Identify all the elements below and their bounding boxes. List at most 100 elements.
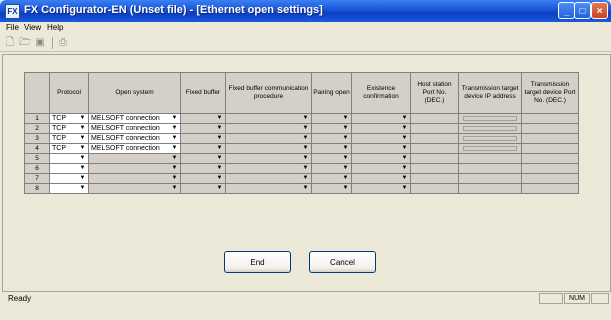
pairing-open-select[interactable]: ▼ <box>311 123 352 134</box>
dropdown-arrow-icon[interactable]: ▼ <box>340 144 351 153</box>
dropdown-arrow-icon[interactable]: ▼ <box>169 184 180 193</box>
dropdown-arrow-icon[interactable]: ▼ <box>77 114 88 123</box>
menu-view[interactable]: View <box>24 23 41 32</box>
open-system-select[interactable]: MELSOFT connection ▼ <box>88 113 181 124</box>
dropdown-arrow-icon[interactable]: ▼ <box>214 174 225 183</box>
dropdown-arrow-icon[interactable]: ▼ <box>340 114 351 123</box>
dropdown-arrow-icon[interactable]: ▼ <box>340 134 351 143</box>
dropdown-arrow-icon[interactable]: ▼ <box>214 114 225 123</box>
dropdown-arrow-icon[interactable]: ▼ <box>77 174 88 183</box>
new-file-icon[interactable]: 🗋 <box>4 37 16 49</box>
fixed-buffer-select[interactable]: ▼ <box>180 183 226 194</box>
dropdown-arrow-icon[interactable]: ▼ <box>77 144 88 153</box>
print-icon[interactable]: ⎙ <box>57 37 69 49</box>
open-folder-icon[interactable]: 🗁 <box>19 37 31 49</box>
dropdown-arrow-icon[interactable]: ▼ <box>340 184 351 193</box>
protocol-select[interactable]: TCP ▼ <box>49 133 89 144</box>
dropdown-arrow-icon[interactable]: ▼ <box>300 134 311 143</box>
dropdown-arrow-icon[interactable]: ▼ <box>399 114 410 123</box>
open-system-select[interactable]: ▼ <box>88 163 181 174</box>
existence-confirmation-select[interactable]: ▼ <box>351 173 411 184</box>
dropdown-arrow-icon[interactable]: ▼ <box>300 154 311 163</box>
pairing-open-select[interactable]: ▼ <box>311 113 352 124</box>
dropdown-arrow-icon[interactable]: ▼ <box>300 114 311 123</box>
fixed-buffer-select[interactable]: ▼ <box>180 153 226 164</box>
save-icon[interactable]: ▣ <box>34 37 46 49</box>
maximize-button[interactable]: □ <box>574 2 591 19</box>
fixed-buffer-select[interactable]: ▼ <box>180 133 226 144</box>
dropdown-arrow-icon[interactable]: ▼ <box>214 144 225 153</box>
menu-help[interactable]: Help <box>47 23 63 32</box>
dropdown-arrow-icon[interactable]: ▼ <box>77 134 88 143</box>
open-system-select[interactable]: ▼ <box>88 183 181 194</box>
dropdown-arrow-icon[interactable]: ▼ <box>77 184 88 193</box>
fixed-buffer-procedure-select[interactable]: ▼ <box>225 143 312 154</box>
dropdown-arrow-icon[interactable]: ▼ <box>399 174 410 183</box>
pairing-open-select[interactable]: ▼ <box>311 163 352 174</box>
pairing-open-select[interactable]: ▼ <box>311 133 352 144</box>
fixed-buffer-procedure-select[interactable]: ▼ <box>225 123 312 134</box>
fixed-buffer-select[interactable]: ▼ <box>180 163 226 174</box>
existence-confirmation-select[interactable]: ▼ <box>351 133 411 144</box>
fixed-buffer-select[interactable]: ▼ <box>180 143 226 154</box>
fixed-buffer-select[interactable]: ▼ <box>180 173 226 184</box>
dropdown-arrow-icon[interactable]: ▼ <box>214 154 225 163</box>
existence-confirmation-select[interactable]: ▼ <box>351 143 411 154</box>
dropdown-arrow-icon[interactable]: ▼ <box>340 154 351 163</box>
protocol-select[interactable]: TCP ▼ <box>49 143 89 154</box>
open-system-select[interactable]: MELSOFT connection ▼ <box>88 143 181 154</box>
dropdown-arrow-icon[interactable]: ▼ <box>169 134 180 143</box>
dropdown-arrow-icon[interactable]: ▼ <box>300 124 311 133</box>
existence-confirmation-select[interactable]: ▼ <box>351 163 411 174</box>
minimize-button[interactable]: _ <box>558 2 575 19</box>
ip-address-input[interactable] <box>463 136 517 141</box>
protocol-select[interactable]: ▼ <box>49 173 89 184</box>
dropdown-arrow-icon[interactable]: ▼ <box>340 164 351 173</box>
open-system-select[interactable]: MELSOFT connection ▼ <box>88 133 181 144</box>
dropdown-arrow-icon[interactable]: ▼ <box>169 114 180 123</box>
pairing-open-select[interactable]: ▼ <box>311 153 352 164</box>
dropdown-arrow-icon[interactable]: ▼ <box>399 144 410 153</box>
dropdown-arrow-icon[interactable]: ▼ <box>300 144 311 153</box>
target-ip-field[interactable] <box>458 123 522 134</box>
pairing-open-select[interactable]: ▼ <box>311 173 352 184</box>
dropdown-arrow-icon[interactable]: ▼ <box>214 184 225 193</box>
dropdown-arrow-icon[interactable]: ▼ <box>214 164 225 173</box>
open-system-select[interactable]: MELSOFT connection ▼ <box>88 123 181 134</box>
dropdown-arrow-icon[interactable]: ▼ <box>169 144 180 153</box>
dropdown-arrow-icon[interactable]: ▼ <box>214 134 225 143</box>
dropdown-arrow-icon[interactable]: ▼ <box>300 184 311 193</box>
existence-confirmation-select[interactable]: ▼ <box>351 113 411 124</box>
target-ip-field[interactable] <box>458 133 522 144</box>
protocol-select[interactable]: ▼ <box>49 153 89 164</box>
dropdown-arrow-icon[interactable]: ▼ <box>169 124 180 133</box>
protocol-select[interactable]: ▼ <box>49 183 89 194</box>
dropdown-arrow-icon[interactable]: ▼ <box>214 124 225 133</box>
target-ip-field[interactable] <box>458 143 522 154</box>
protocol-select[interactable]: TCP ▼ <box>49 113 89 124</box>
dropdown-arrow-icon[interactable]: ▼ <box>169 154 180 163</box>
fixed-buffer-procedure-select[interactable]: ▼ <box>225 183 312 194</box>
target-ip-field[interactable] <box>458 113 522 124</box>
existence-confirmation-select[interactable]: ▼ <box>351 153 411 164</box>
fixed-buffer-procedure-select[interactable]: ▼ <box>225 133 312 144</box>
ip-address-input[interactable] <box>463 146 517 151</box>
end-button[interactable]: End <box>224 251 291 273</box>
dropdown-arrow-icon[interactable]: ▼ <box>169 174 180 183</box>
dropdown-arrow-icon[interactable]: ▼ <box>77 154 88 163</box>
existence-confirmation-select[interactable]: ▼ <box>351 183 411 194</box>
open-system-select[interactable]: ▼ <box>88 173 181 184</box>
dropdown-arrow-icon[interactable]: ▼ <box>340 174 351 183</box>
pairing-open-select[interactable]: ▼ <box>311 143 352 154</box>
ip-address-input[interactable] <box>463 116 517 121</box>
existence-confirmation-select[interactable]: ▼ <box>351 123 411 134</box>
dropdown-arrow-icon[interactable]: ▼ <box>399 184 410 193</box>
dropdown-arrow-icon[interactable]: ▼ <box>399 124 410 133</box>
open-system-select[interactable]: ▼ <box>88 153 181 164</box>
dropdown-arrow-icon[interactable]: ▼ <box>399 134 410 143</box>
pairing-open-select[interactable]: ▼ <box>311 183 352 194</box>
dropdown-arrow-icon[interactable]: ▼ <box>340 124 351 133</box>
ip-address-input[interactable] <box>463 126 517 131</box>
protocol-select[interactable]: ▼ <box>49 163 89 174</box>
fixed-buffer-procedure-select[interactable]: ▼ <box>225 153 312 164</box>
